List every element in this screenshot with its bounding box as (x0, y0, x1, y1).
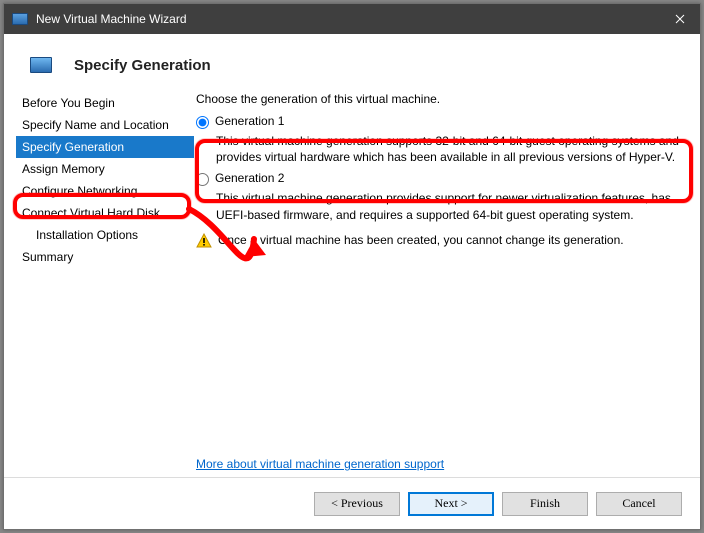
option-1-desc: This virtual machine generation supports… (216, 133, 688, 165)
option-2-desc: This virtual machine generation provides… (216, 190, 688, 222)
step-assign-memory[interactable]: Assign Memory (16, 158, 194, 180)
option-generation-1: Generation 1 This virtual machine genera… (196, 114, 688, 165)
more-info-link[interactable]: More about virtual machine generation su… (196, 457, 444, 471)
radio-generation-2[interactable] (196, 173, 209, 186)
step-before-you-begin[interactable]: Before You Begin (16, 92, 194, 114)
warning-text: Once a virtual machine has been created,… (218, 233, 624, 247)
page-title: Specify Generation (74, 57, 211, 74)
wizard-content: Choose the generation of this virtual ma… (194, 88, 688, 477)
previous-button[interactable]: < Previous (314, 492, 400, 516)
intro-text: Choose the generation of this virtual ma… (196, 92, 688, 106)
titlebar: New Virtual Machine Wizard (4, 4, 700, 34)
radio-generation-1[interactable] (196, 116, 209, 129)
radio-generation-1-label[interactable]: Generation 1 (196, 114, 688, 129)
wizard-header: Specify Generation (4, 34, 700, 88)
warning-icon (196, 233, 212, 249)
wizard-icon (30, 57, 52, 73)
option-1-label: Generation 1 (215, 114, 284, 128)
cancel-button[interactable]: Cancel (596, 492, 682, 516)
more-info-link-row: More about virtual machine generation su… (196, 457, 444, 471)
close-icon (675, 14, 685, 24)
warning-row: Once a virtual machine has been created,… (196, 233, 688, 249)
finish-button[interactable]: Finish (502, 492, 588, 516)
next-button[interactable]: Next > (408, 492, 494, 516)
option-2-label: Generation 2 (215, 171, 284, 185)
step-summary[interactable]: Summary (16, 246, 194, 268)
wizard-steps: Before You Begin Specify Name and Locati… (16, 88, 194, 477)
wizard-footer: < Previous Next > Finish Cancel (4, 477, 700, 529)
close-button[interactable] (660, 4, 700, 34)
window-title: New Virtual Machine Wizard (36, 12, 660, 26)
step-specify-name[interactable]: Specify Name and Location (16, 114, 194, 136)
option-generation-2: Generation 2 This virtual machine genera… (196, 171, 688, 222)
radio-generation-2-label[interactable]: Generation 2 (196, 171, 688, 186)
step-specify-generation[interactable]: Specify Generation (16, 136, 194, 158)
step-configure-networking[interactable]: Configure Networking (16, 180, 194, 202)
wizard-window: New Virtual Machine Wizard Specify Gener… (3, 3, 701, 530)
step-connect-vhd[interactable]: Connect Virtual Hard Disk (16, 202, 194, 224)
step-installation-options[interactable]: Installation Options (16, 224, 194, 246)
app-icon (12, 13, 28, 25)
